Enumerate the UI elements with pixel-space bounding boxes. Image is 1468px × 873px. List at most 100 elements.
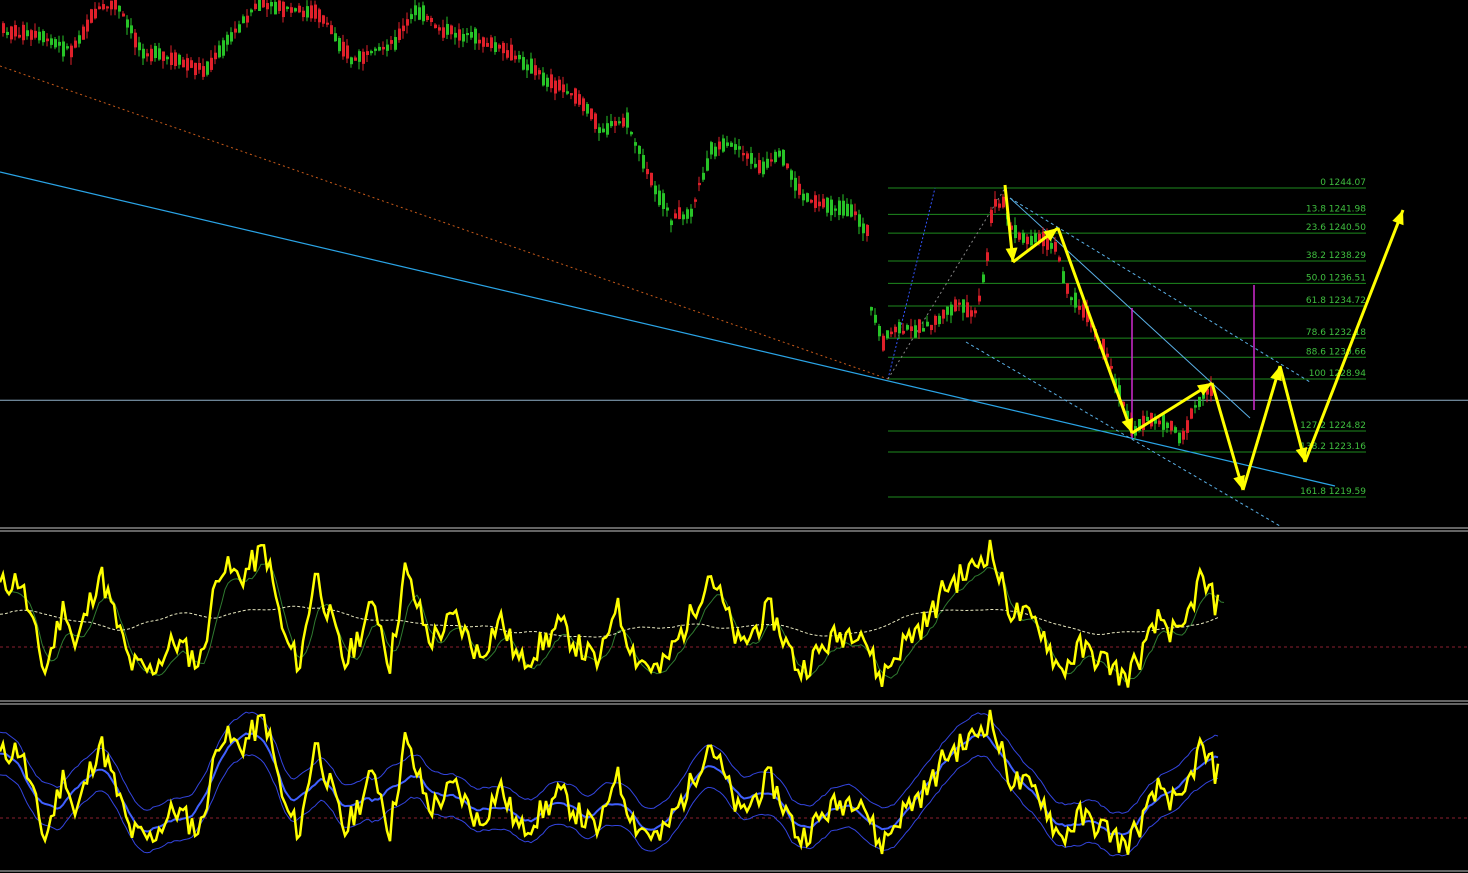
- candle-body: [638, 145, 641, 154]
- candle-body: [310, 5, 313, 19]
- candle-body: [326, 22, 329, 25]
- candle-body: [162, 51, 165, 61]
- candle-body: [126, 19, 129, 28]
- candle-body: [686, 209, 689, 219]
- candle-body: [766, 158, 769, 168]
- candle-body: [630, 131, 633, 135]
- candle-body: [994, 199, 997, 207]
- candle-body: [218, 45, 221, 58]
- candle-body: [550, 74, 553, 89]
- candle-body: [170, 52, 173, 66]
- candle-body: [918, 319, 921, 333]
- chart-background: [0, 0, 1468, 873]
- candle-body: [286, 6, 289, 9]
- candle-body: [798, 183, 801, 195]
- candle-body: [118, 5, 121, 12]
- candle-body: [254, 3, 257, 10]
- candle-body: [334, 33, 337, 42]
- candle-body: [898, 322, 901, 334]
- candle-body: [930, 324, 933, 331]
- candle-body: [426, 15, 429, 21]
- candle-body: [954, 299, 957, 312]
- candle-body: [298, 5, 301, 13]
- candle-body: [398, 28, 401, 40]
- fib-label: 88.6 1230.66: [1306, 347, 1366, 357]
- candle-body: [1146, 416, 1149, 421]
- candle-body: [598, 127, 601, 134]
- candle-body: [1050, 243, 1053, 249]
- candle-body: [258, 0, 261, 12]
- candle-body: [182, 59, 185, 68]
- candle-body: [94, 8, 97, 19]
- candle-body: [854, 211, 857, 216]
- candle-body: [718, 141, 721, 150]
- candle-body: [1198, 396, 1201, 407]
- candle-body: [734, 144, 737, 150]
- candle-body: [794, 177, 797, 191]
- candle-body: [474, 28, 477, 44]
- candle-body: [90, 9, 93, 23]
- candle-body: [406, 19, 409, 26]
- candle-body: [806, 193, 809, 202]
- candle-body: [518, 54, 521, 60]
- candle-body: [462, 33, 465, 42]
- candle-body: [1034, 233, 1037, 243]
- candle-body: [402, 25, 405, 32]
- candle-body: [490, 37, 493, 49]
- candle-body: [554, 80, 557, 94]
- candle-body: [634, 142, 637, 146]
- candle-body: [894, 326, 897, 333]
- candle-body: [194, 62, 197, 76]
- candle-body: [962, 299, 965, 313]
- candle-body: [478, 39, 481, 44]
- candle-body: [1026, 236, 1029, 245]
- candle-body: [314, 4, 317, 19]
- candle-body: [142, 48, 145, 59]
- candle-body: [374, 48, 377, 51]
- candle-body: [1002, 196, 1005, 208]
- candle-body: [758, 160, 761, 174]
- candle-body: [302, 10, 305, 18]
- candle-body: [710, 142, 713, 155]
- candle-body: [82, 26, 85, 40]
- candle-body: [18, 34, 21, 38]
- fib-label: 61.8 1234.72: [1306, 296, 1366, 306]
- candle-body: [574, 88, 577, 104]
- candle-body: [858, 214, 861, 227]
- candle-body: [306, 6, 309, 18]
- candle-body: [934, 315, 937, 325]
- candle-body: [890, 331, 893, 335]
- candle-body: [678, 207, 681, 220]
- candle-body: [442, 27, 445, 38]
- candle-body: [198, 62, 201, 70]
- candle-body: [1030, 235, 1033, 246]
- candle-body: [986, 252, 989, 262]
- fib-label: 13.8 1241.98: [1306, 204, 1366, 214]
- candle-body: [746, 153, 749, 159]
- candle-body: [502, 42, 505, 54]
- candle-body: [454, 32, 457, 38]
- candle-body: [1170, 420, 1173, 431]
- candle-body: [186, 58, 189, 71]
- candle-body: [6, 31, 9, 36]
- candle-body: [762, 161, 765, 175]
- candle-body: [30, 30, 33, 40]
- candle-body: [530, 58, 533, 74]
- candle-body: [922, 328, 925, 332]
- candle-body: [1162, 414, 1165, 430]
- candle-body: [470, 31, 473, 38]
- candle-body: [886, 330, 889, 339]
- candle-body: [706, 158, 709, 171]
- candle-body: [1014, 225, 1017, 239]
- candle-body: [1174, 427, 1177, 433]
- candle-body: [14, 25, 17, 37]
- candle-body: [714, 146, 717, 157]
- candle-body: [602, 128, 605, 133]
- candle-body: [110, 0, 113, 10]
- candle-body: [46, 38, 49, 42]
- candle-body: [786, 163, 789, 169]
- candle-body: [338, 37, 341, 52]
- candle-body: [958, 302, 961, 305]
- candle-body: [938, 315, 941, 325]
- candle-body: [134, 32, 137, 48]
